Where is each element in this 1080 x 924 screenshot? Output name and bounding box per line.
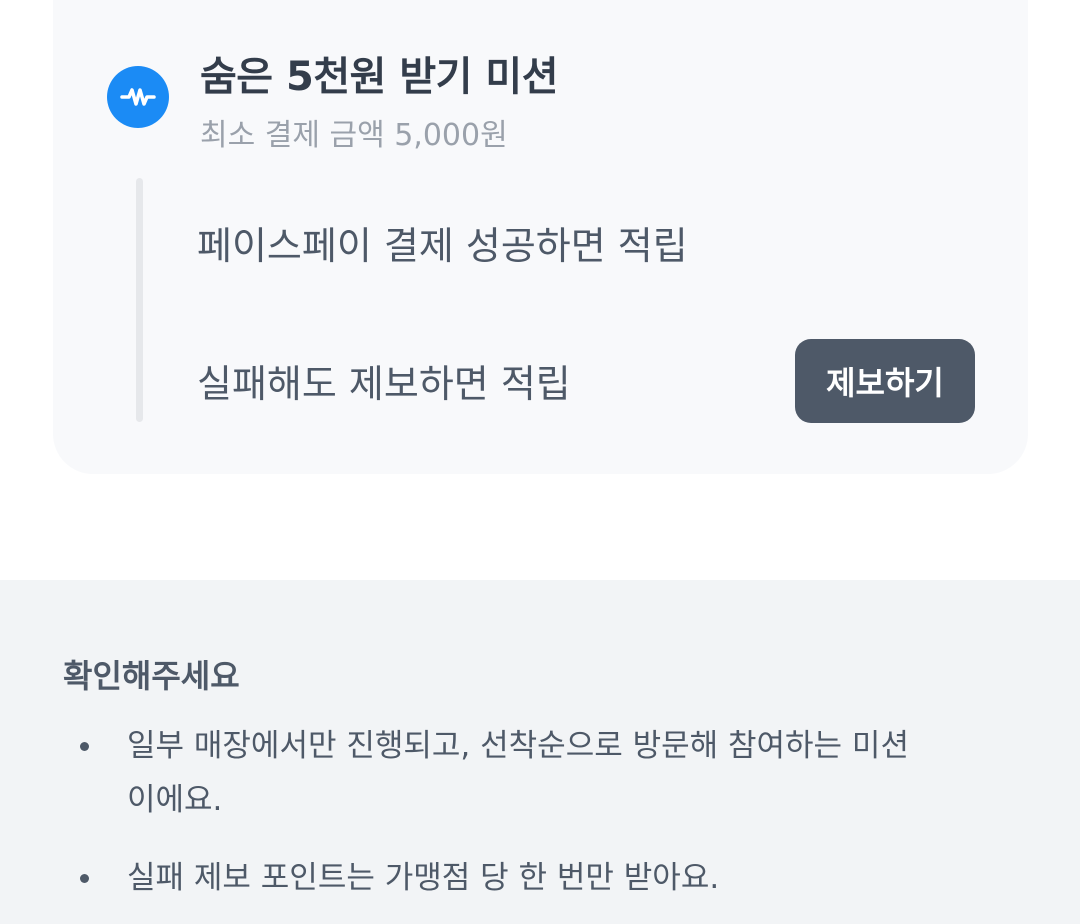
step-report-fail: 실패해도 제보하면 적립: [197, 362, 571, 406]
bullet-dot: [80, 874, 89, 883]
report-button[interactable]: 제보하기: [795, 339, 975, 423]
w-logo-icon: [107, 66, 169, 128]
notice-item: 실패 제보 포인트는 가맹점 당 한 번만 받아요.: [127, 860, 720, 896]
notice-title: 확인해주세요: [63, 657, 240, 695]
mission-subtitle: 최소 결제 금액 5,000원: [200, 118, 508, 153]
step-divider: [136, 178, 143, 422]
notice-item: 일부 매장에서만 진행되고, 선착순으로 방문해 참여하는 미션이에요.: [127, 728, 909, 818]
step-pay-success: 페이스페이 결제 성공하면 적립: [197, 224, 688, 268]
mission-title: 숨은 5천원 받기 미션: [200, 54, 559, 100]
bullet-dot: [80, 742, 89, 751]
